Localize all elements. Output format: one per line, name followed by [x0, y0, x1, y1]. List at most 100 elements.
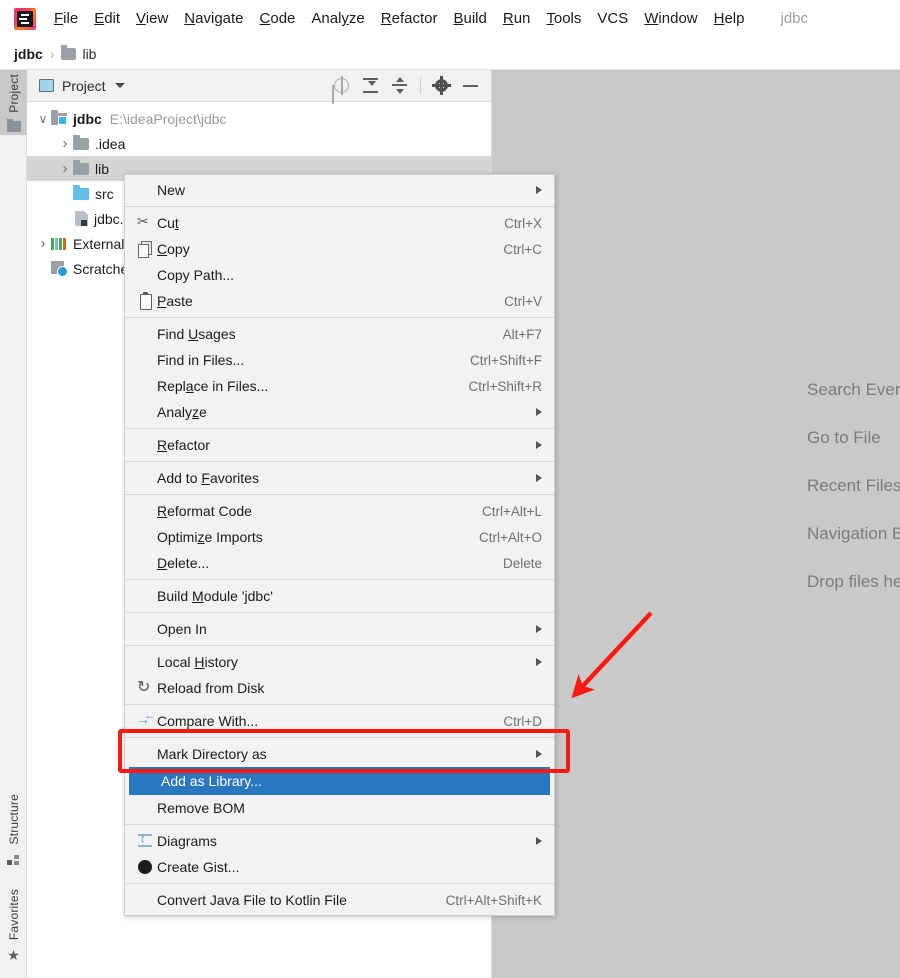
menu-separator [125, 737, 554, 738]
project-panel-toolbar [333, 76, 483, 95]
stripe-button-structure[interactable]: Structure [0, 790, 27, 870]
menu-item-icon-slot [133, 241, 157, 258]
context-menu-item[interactable]: New [125, 177, 554, 203]
submenu-arrow-icon [536, 408, 542, 416]
context-menu-item[interactable]: Remove BOM [125, 795, 554, 821]
chevron-right-icon[interactable] [57, 160, 73, 177]
breadcrumb: jdbc › lib [0, 38, 900, 70]
menu-separator [125, 612, 554, 613]
stripe-label-project: Project [6, 74, 21, 113]
breadcrumb-current[interactable]: lib [82, 46, 96, 62]
context-menu-item[interactable]: Refactor [125, 432, 554, 458]
context-menu-item[interactable]: Find in Files... Ctrl+Shift+F [125, 347, 554, 373]
menubar-item-window[interactable]: Window [636, 7, 705, 30]
menu-item-icon-slot-empty [137, 773, 161, 789]
project-panel-header: Project [27, 70, 491, 102]
menu-item-icon-slot-empty [133, 378, 157, 394]
star-icon: ★ [7, 947, 20, 964]
context-menu-item[interactable]: Copy Path... [125, 262, 554, 288]
stripe-button-project[interactable]: Project [0, 70, 27, 135]
diagrams-icon [137, 833, 153, 849]
context-menu-item-label: Add to Favorites [157, 470, 259, 486]
hide-icon[interactable] [462, 77, 479, 94]
menu-separator [125, 645, 554, 646]
editor-hint-list: Search Everywhere Go to File Recent Files N… [807, 366, 900, 606]
context-menu-item[interactable]: Reformat Code Ctrl+Alt+L [125, 498, 554, 524]
chevron-down-icon[interactable] [35, 112, 51, 126]
context-menu-item[interactable]: Find Usages Alt+F7 [125, 321, 554, 347]
context-menu-item[interactable]: Create Gist... [125, 854, 554, 880]
stripe-button-favorites[interactable]: ★ Favorites [0, 885, 27, 965]
settings-gear-icon[interactable] [432, 77, 451, 94]
menubar-item-refactor[interactable]: Refactor [373, 7, 446, 30]
menubar-item-code[interactable]: Code [252, 7, 304, 30]
context-menu-item[interactable]: Copy Ctrl+C [125, 236, 554, 262]
menubar-item-edit[interactable]: Edit [86, 7, 128, 30]
context-menu-item[interactable]: Mark Directory as [125, 741, 554, 767]
context-menu-item[interactable]: Diagrams [125, 828, 554, 854]
menubar-item-tools[interactable]: Tools [538, 7, 589, 30]
menubar-item-help[interactable]: Help [706, 7, 753, 30]
menu-separator [125, 461, 554, 462]
menu-item-icon-slot-empty [133, 503, 157, 519]
menu-item-icon-slot [133, 833, 157, 849]
menu-item-icon-slot [133, 677, 157, 697]
editor-hint: Navigation Bar [807, 524, 900, 543]
menubar-item-run[interactable]: Run [495, 7, 539, 30]
toolbar-divider [420, 77, 421, 94]
context-menu-item-label: Create Gist... [157, 859, 240, 875]
context-menu-item[interactable]: Convert Java File to Kotlin File Ctrl+Alt… [125, 887, 554, 913]
context-menu-item[interactable]: Build Module 'jdbc' [125, 583, 554, 609]
context-menu-item-label: Replace in Files... [157, 378, 269, 394]
chevron-right-icon[interactable] [57, 135, 73, 152]
menu-item-icon-slot-empty [133, 267, 157, 283]
menu-separator [125, 206, 554, 207]
context-menu-item[interactable]: Reload from Disk [125, 675, 554, 701]
context-menu-item[interactable]: Replace in Files... Ctrl+Shift+R [125, 373, 554, 399]
context-menu-item[interactable]: Open In [125, 616, 554, 642]
breadcrumb-root[interactable]: jdbc [14, 46, 43, 62]
chevron-down-icon[interactable] [114, 83, 125, 88]
select-opened-file-icon[interactable] [333, 76, 350, 95]
context-menu-item-shortcut: Ctrl+Shift+R [468, 378, 542, 394]
chevron-right-icon[interactable] [35, 235, 51, 252]
context-menu-item-label: Diagrams [157, 833, 217, 849]
context-menu-item-label: Local History [157, 654, 238, 670]
context-menu-item[interactable]: Cut Ctrl+X [125, 210, 554, 236]
context-menu-item[interactable]: Optimize Imports Ctrl+Alt+O [125, 524, 554, 550]
tool-window-stripe-left: Project Structure ★ Favorites [0, 70, 27, 978]
menu-item-icon-slot [133, 213, 157, 231]
menubar-item-analyze[interactable]: Analyze [303, 7, 372, 30]
expand-all-icon[interactable] [362, 77, 379, 94]
context-menu-item[interactable]: Analyze [125, 399, 554, 425]
copy-icon [137, 241, 153, 258]
context-menu-item[interactable]: Paste Ctrl+V [125, 288, 554, 314]
tree-node[interactable]: .idea [27, 131, 491, 156]
context-menu-item-label: Cut [157, 215, 179, 231]
menubar-item-build[interactable]: Build [445, 7, 494, 30]
context-menu-item[interactable]: Compare With... Ctrl+D [125, 708, 554, 734]
context-menu-item-label: Build Module 'jdbc' [157, 588, 273, 604]
compare-icon [136, 708, 156, 729]
menubar-item-file[interactable]: File [46, 7, 86, 30]
collapse-all-icon[interactable] [391, 77, 408, 94]
context-menu-item[interactable]: Add as Library... [129, 767, 550, 795]
tree-node[interactable]: jdbc E:\ideaProject\jdbc [27, 106, 491, 131]
context-menu-item-shortcut: Alt+F7 [502, 326, 542, 342]
project-panel-title: Project [62, 77, 106, 94]
menubar-project-name: jdbc [780, 10, 809, 27]
menubar-item-vcs[interactable]: VCS [589, 7, 636, 30]
menu-item-icon-slot-empty [133, 404, 157, 420]
context-menu-item[interactable]: Add to Favorites [125, 465, 554, 491]
context-menu-item-label: Delete... [157, 555, 210, 571]
context-menu-item-shortcut: Ctrl+Shift+F [469, 352, 542, 368]
tree-node-label: lib [95, 160, 110, 177]
context-menu-item[interactable]: Local History [125, 649, 554, 675]
context-menu-item-label: Analyze [157, 404, 207, 420]
menubar-item-view[interactable]: View [128, 7, 176, 30]
context-menu-item[interactable]: Delete... Delete [125, 550, 554, 576]
menu-item-icon-slot-empty [133, 621, 157, 637]
tree-node-path: E:\ideaProject\jdbc [109, 110, 227, 127]
menubar-item-navigate[interactable]: Navigate [176, 7, 251, 30]
menu-item-icon-slot-empty [133, 352, 157, 368]
